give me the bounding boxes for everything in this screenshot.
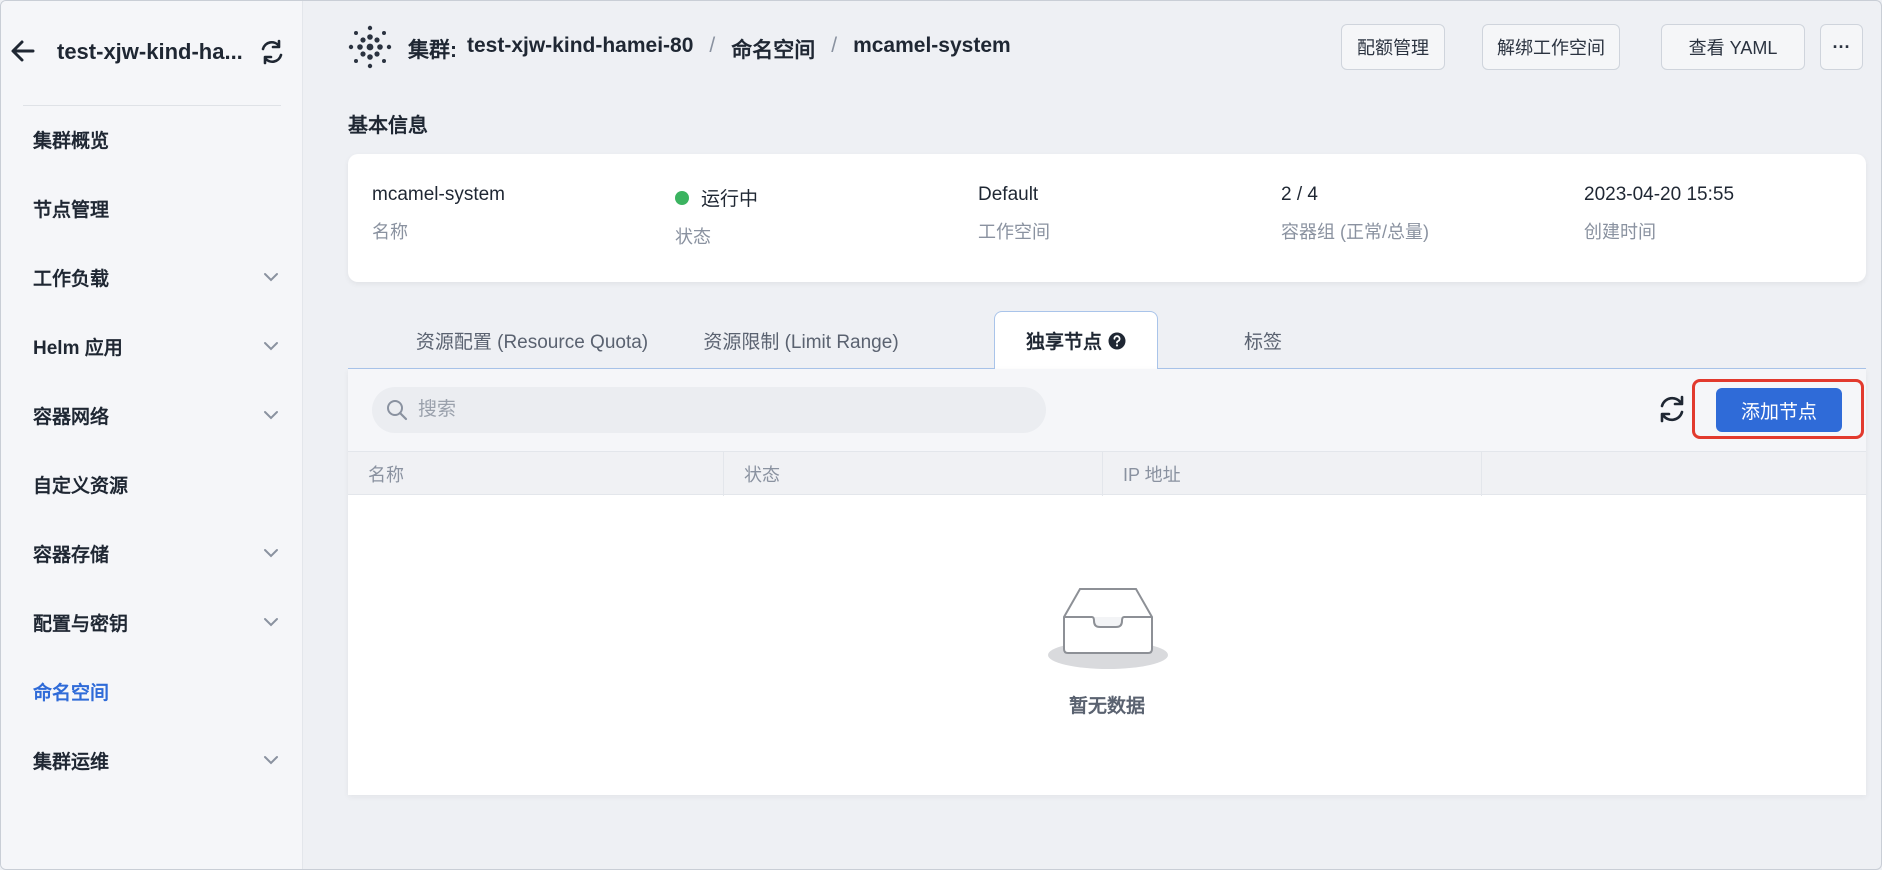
tab-dedicated-nodes[interactable]: 独享节点 — [994, 311, 1158, 370]
info-pods-value: 2 / 4 — [1281, 184, 1318, 205]
status-text: 运行中 — [701, 189, 759, 210]
breadcrumb: 集群: test-xjw-kind-hamei-80 / 命名空间 / mcam… — [408, 34, 1011, 64]
switch-icon[interactable] — [259, 39, 285, 65]
chevron-down-icon — [264, 549, 278, 558]
sidebar-item[interactable]: 节点管理 — [1, 174, 303, 243]
more-actions-button[interactable]: ··· — [1820, 24, 1863, 70]
chevron-down-icon — [264, 756, 278, 765]
arrow-left-icon[interactable] — [9, 37, 37, 65]
column-header-status[interactable]: 状态 — [724, 452, 1103, 496]
info-status-label: 状态 — [675, 227, 711, 247]
basic-info-card: mcamel-system 名称 运行中 状态 Default 工作空间 2 /… — [348, 154, 1866, 282]
info-name-value: mcamel-system — [372, 184, 506, 205]
info-workspace: Default 工作空间 — [978, 184, 1050, 244]
info-created: 2023-04-20 15:55 创建时间 — [1584, 184, 1734, 244]
search-icon — [387, 400, 408, 421]
top-bar: 集群: test-xjw-kind-hamei-80 / 命名空间 / mcam… — [304, 1, 1881, 93]
tab-resource-quota[interactable]: 资源配置 (Resource Quota) — [390, 311, 674, 369]
sidebar-item[interactable]: 容器存储 — [1, 519, 303, 588]
empty-text: 暂无数据 — [1068, 696, 1145, 717]
tab-limit-range[interactable]: 资源限制 (Limit Range) — [674, 311, 928, 369]
search-box[interactable] — [372, 387, 1046, 433]
breadcrumb-namespaces[interactable]: 命名空间 — [731, 34, 815, 64]
view-yaml-button[interactable]: 查看 YAML — [1661, 24, 1805, 70]
help-icon[interactable] — [1108, 332, 1126, 350]
section-title: 基本信息 — [348, 115, 428, 137]
sidebar-item-label: 集群运维 — [33, 752, 110, 773]
sidebar-item[interactable]: 工作负载 — [1, 243, 303, 312]
sidebar-item[interactable]: 集群概览 — [1, 105, 303, 174]
refresh-icon[interactable] — [1656, 393, 1688, 425]
sidebar-item-label: 容器网络 — [33, 407, 110, 428]
sidebar-item-label: 容器存储 — [33, 545, 110, 566]
chevron-down-icon — [264, 342, 278, 351]
breadcrumb-cluster[interactable]: test-xjw-kind-hamei-80 — [467, 34, 693, 64]
sidebar-item[interactable]: Helm 应用 — [1, 312, 303, 381]
app-window: test-xjw-kind-ha... 集群概览 节点管理 工作负载 Helm 应用容… — [0, 0, 1882, 870]
empty-state: 暂无数据 — [348, 495, 1866, 795]
info-status-value: 运行中 — [675, 184, 758, 211]
unbind-workspace-button[interactable]: 解绑工作空间 — [1482, 24, 1620, 70]
sidebar-header: test-xjw-kind-ha... — [1, 1, 303, 105]
sidebar-item-label: 自定义资源 — [33, 476, 129, 497]
sidebar: test-xjw-kind-ha... 集群概览节点管理工作负载 Helm 应用容… — [1, 1, 303, 869]
info-pods: 2 / 4 容器组 (正常/总量) — [1281, 184, 1429, 244]
tab-bar: 资源配置 (Resource Quota) 资源限制 (Limit Range)… — [348, 311, 1866, 370]
sidebar-item[interactable]: 配置与密钥 — [1, 588, 303, 657]
table-toolbar: 添加节点 — [348, 369, 1866, 451]
empty-inbox-icon — [1048, 588, 1168, 669]
cluster-logo-icon — [348, 25, 392, 69]
sidebar-item[interactable]: 容器网络 — [1, 381, 303, 450]
info-created-value: 2023-04-20 15:55 — [1584, 184, 1735, 205]
status-dot-icon — [675, 190, 689, 205]
sidebar-item-label: 节点管理 — [33, 200, 110, 221]
sidebar-item-label: 集群概览 — [33, 131, 110, 152]
add-node-button[interactable]: 添加节点 — [1716, 388, 1842, 432]
breadcrumb-cluster-prefix: 集群: — [408, 39, 457, 62]
info-workspace-value: Default — [978, 184, 1039, 205]
chevron-down-icon — [264, 273, 278, 282]
sidebar-item-label: 配置与密钥 — [33, 614, 129, 635]
sidebar-nav: 集群概览节点管理工作负载 Helm 应用 容器网络自定义资源容器存储配置与密钥命名空… — [1, 105, 303, 795]
breadcrumb-separator: / — [709, 34, 716, 57]
tab-labels[interactable]: 标签 — [1188, 311, 1338, 369]
table-header: 名称 状态 IP 地址 — [348, 451, 1866, 496]
column-header-name[interactable]: 名称 — [348, 452, 724, 496]
info-name-label: 名称 — [372, 222, 408, 242]
sidebar-item-label: Helm 应用 — [33, 338, 123, 359]
quota-management-button[interactable]: 配额管理 — [1341, 24, 1445, 70]
sidebar-item-label: 工作负载 — [33, 269, 110, 290]
info-status: 运行中 状态 — [675, 184, 758, 249]
breadcrumb-separator: / — [831, 34, 838, 57]
column-header-ip[interactable]: IP 地址 — [1103, 452, 1482, 496]
chevron-down-icon — [264, 618, 278, 627]
info-created-label: 创建时间 — [1584, 222, 1656, 242]
info-workspace-label: 工作空间 — [978, 222, 1050, 242]
sidebar-item[interactable]: 命名空间 — [1, 657, 303, 726]
sidebar-item[interactable]: 自定义资源 — [1, 450, 303, 519]
info-pods-label: 容器组 (正常/总量) — [1281, 222, 1429, 242]
main-content: 集群: test-xjw-kind-hamei-80 / 命名空间 / mcam… — [304, 1, 1881, 869]
column-header-actions — [1482, 452, 1866, 496]
dedicated-nodes-panel: 添加节点 名称 状态 IP 地址 暂无数据 — [348, 369, 1866, 795]
tab-dedicated-nodes-label: 独享节点 — [1025, 332, 1102, 353]
search-input[interactable] — [418, 399, 1018, 421]
breadcrumb-namespace-current: mcamel-system — [853, 34, 1011, 57]
sidebar-item[interactable]: 集群运维 — [1, 726, 303, 795]
info-name: mcamel-system 名称 — [372, 184, 505, 244]
sidebar-item-label: 命名空间 — [33, 683, 110, 704]
chevron-down-icon — [264, 411, 278, 420]
cluster-name: test-xjw-kind-ha... — [57, 39, 243, 64]
